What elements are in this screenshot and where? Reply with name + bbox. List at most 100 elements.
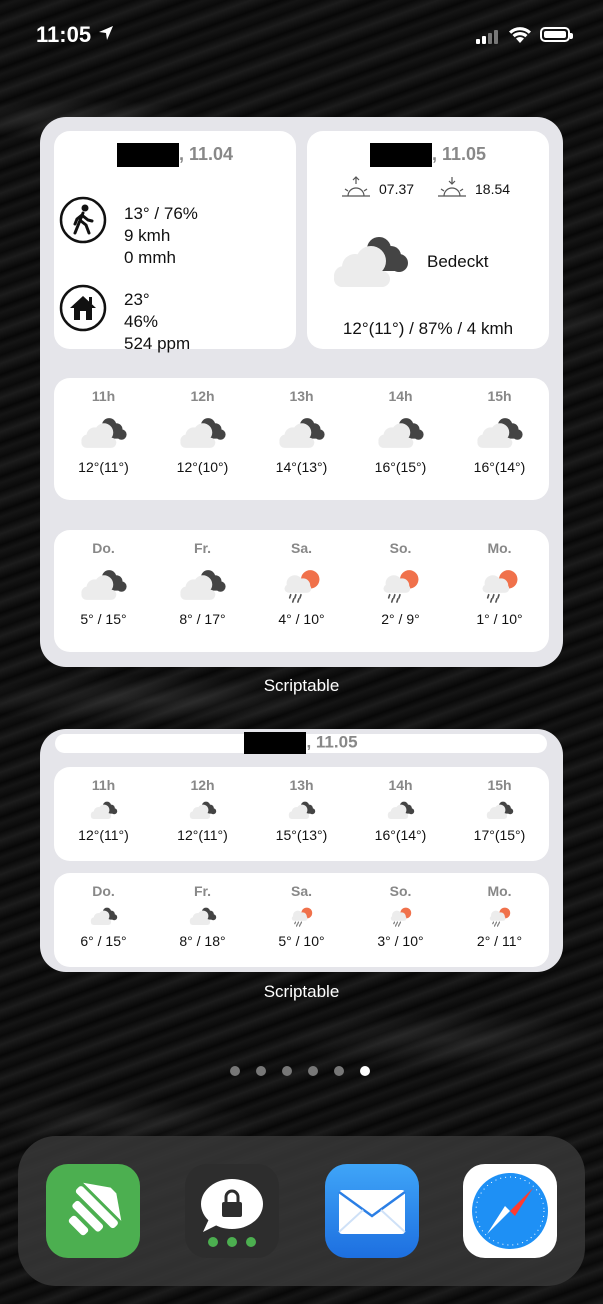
day-forecast: Do. 5° / 15° <box>54 540 153 627</box>
hour-label: 15h <box>487 777 512 793</box>
hour-label: 12h <box>190 777 215 793</box>
day-label: Do. <box>92 883 115 899</box>
cloudy-icon <box>54 566 153 603</box>
page-dot[interactable] <box>230 1066 240 1076</box>
day-label: Fr. <box>193 883 212 899</box>
hour-label: 15h <box>487 388 512 404</box>
hour-temp: 16°(14°) <box>374 827 427 843</box>
day-temp: 5° / 10° <box>278 933 325 949</box>
safari-app-icon[interactable] <box>463 1164 557 1258</box>
rain-sun-icon <box>252 566 351 603</box>
hour-forecast: 13h 15°(13°) <box>252 777 351 843</box>
day-temp: 2° / 11° <box>476 933 523 949</box>
outdoor-rain: 0 mmh <box>124 248 176 267</box>
hour-forecast: 12h 12°(11°) <box>153 777 252 843</box>
page-dot[interactable] <box>334 1066 344 1076</box>
cloudy-icon <box>153 905 252 927</box>
rain-sun-icon <box>450 905 549 927</box>
day-temp: 4° / 10° <box>278 611 325 627</box>
wifi-icon <box>509 27 531 43</box>
weather-widget-large[interactable]: , 11.04 13° / 76% 9 kmh 0 mmh 23° 46% 52… <box>40 117 563 667</box>
outdoor-temp-humidity: 13° / 76% <box>124 204 198 223</box>
cellular-signal-icon <box>476 28 498 44</box>
current-summary: 12°(11°) / 87% / 4 kmh <box>342 319 514 338</box>
cloudy-icon <box>450 799 549 821</box>
hour-forecast: 13h 14°(13°) <box>252 388 351 475</box>
cloudy-icon <box>334 237 408 287</box>
widget-label: Scriptable <box>263 982 340 1001</box>
sunrise-time: 07.37 <box>379 181 415 197</box>
station-date: , 11.04 <box>178 143 234 164</box>
page-dot-active[interactable] <box>360 1066 370 1076</box>
sunset-icon <box>438 177 466 197</box>
cloudy-icon <box>252 414 351 451</box>
battery-icon <box>540 27 573 42</box>
redacted-name <box>244 732 307 754</box>
cloudy-icon <box>153 414 252 451</box>
rain-sun-icon <box>252 905 351 927</box>
day-label: Mo. <box>487 883 512 899</box>
day-temp: 2° / 9° <box>381 611 420 627</box>
rain-sun-icon <box>351 566 450 603</box>
forecast-date-header: , 11.05 <box>307 143 549 167</box>
day-label: Fr. <box>193 540 212 556</box>
page-dot[interactable] <box>282 1066 292 1076</box>
rain-sun-icon <box>351 905 450 927</box>
date-header-bar: , 11.05 <box>55 732 547 754</box>
day-label: So. <box>389 883 412 899</box>
day-forecast: Do. 6° / 15° <box>54 883 153 949</box>
hour-temp: 12°(11°) <box>177 827 228 843</box>
walking-person-icon <box>59 196 107 244</box>
hour-forecast: 12h 12°(10°) <box>153 388 252 475</box>
sunrise-icon <box>342 176 370 197</box>
hour-label: 14h <box>388 777 413 793</box>
day-temp: 5° / 15° <box>80 611 127 627</box>
page-dot[interactable] <box>308 1066 318 1076</box>
hour-temp: 17°(15°) <box>473 827 526 843</box>
day-label: Do. <box>92 540 115 556</box>
status-bar: 11:05 <box>0 0 603 70</box>
threema-app-icon[interactable] <box>185 1164 279 1258</box>
hour-temp: 14°(13°) <box>275 459 328 475</box>
redacted-name <box>369 143 432 167</box>
outdoor-wind: 9 kmh <box>124 226 171 245</box>
cloudy-icon <box>252 799 351 821</box>
house-icon <box>59 284 107 332</box>
hour-label: 13h <box>289 388 314 404</box>
page-indicator[interactable] <box>230 1066 370 1076</box>
hour-temp: 12°(11°) <box>78 459 129 475</box>
daily-forecast-card: Do. 5° / 15° Fr. 8° / 17° Sa. 4° / 10° So. 2° /… <box>54 530 549 652</box>
day-forecast: Fr. 8° / 18° <box>153 883 252 949</box>
date-header: , 11.05 <box>55 732 547 754</box>
day-temp: 8° / 17° <box>179 611 226 627</box>
hour-label: 12h <box>190 388 215 404</box>
indoor-temp: 23° <box>124 290 150 309</box>
hour-label: 13h <box>289 777 314 793</box>
hour-forecast: 14h 16°(14°) <box>351 777 450 843</box>
hour-temp: 12°(10°) <box>176 459 229 475</box>
status-time: 11:05 <box>36 22 92 47</box>
page-dot[interactable] <box>256 1066 266 1076</box>
day-forecast: Mo. 2° / 11° <box>450 883 549 949</box>
condition-text: Bedeckt <box>427 252 489 271</box>
feedly-app-icon[interactable] <box>46 1164 140 1258</box>
hour-temp: 16°(15°) <box>374 459 427 475</box>
current-weather-card: , 11.05 07.37 18.54 Bedeckt 12°(11°) / 8… <box>307 131 549 349</box>
hourly-forecast-card: 11h 12°(11°) 12h 12°(10°) 13h 14°(13°) 14h 16°(… <box>54 378 549 500</box>
cloudy-icon <box>351 799 450 821</box>
daily-forecast-card: Do. 6° / 15° Fr. 8° / 18° Sa. 5° / 10° So. 3° /… <box>54 873 549 967</box>
cloudy-icon <box>54 905 153 927</box>
hour-forecast: 11h 12°(11°) <box>54 388 153 475</box>
hour-temp: 12°(11°) <box>78 827 129 843</box>
cloudy-icon <box>54 799 153 821</box>
indoor-readings: 23° 46% 524 ppm <box>124 289 190 355</box>
station-date-header: , 11.04 <box>54 143 296 167</box>
weather-widget-medium[interactable]: , 11.05 11h 12°(11°) 12h 12°(11°) 13h 15°(13°… <box>40 729 563 972</box>
indoor-co2: 524 ppm <box>124 334 191 353</box>
day-forecast: Sa. 4° / 10° <box>252 540 351 627</box>
hour-label: 11h <box>91 388 116 404</box>
mail-app-icon[interactable] <box>325 1164 419 1258</box>
day-label: Sa. <box>290 540 312 556</box>
cloudy-icon <box>450 414 549 451</box>
header-date: , 11.05 <box>306 732 358 752</box>
